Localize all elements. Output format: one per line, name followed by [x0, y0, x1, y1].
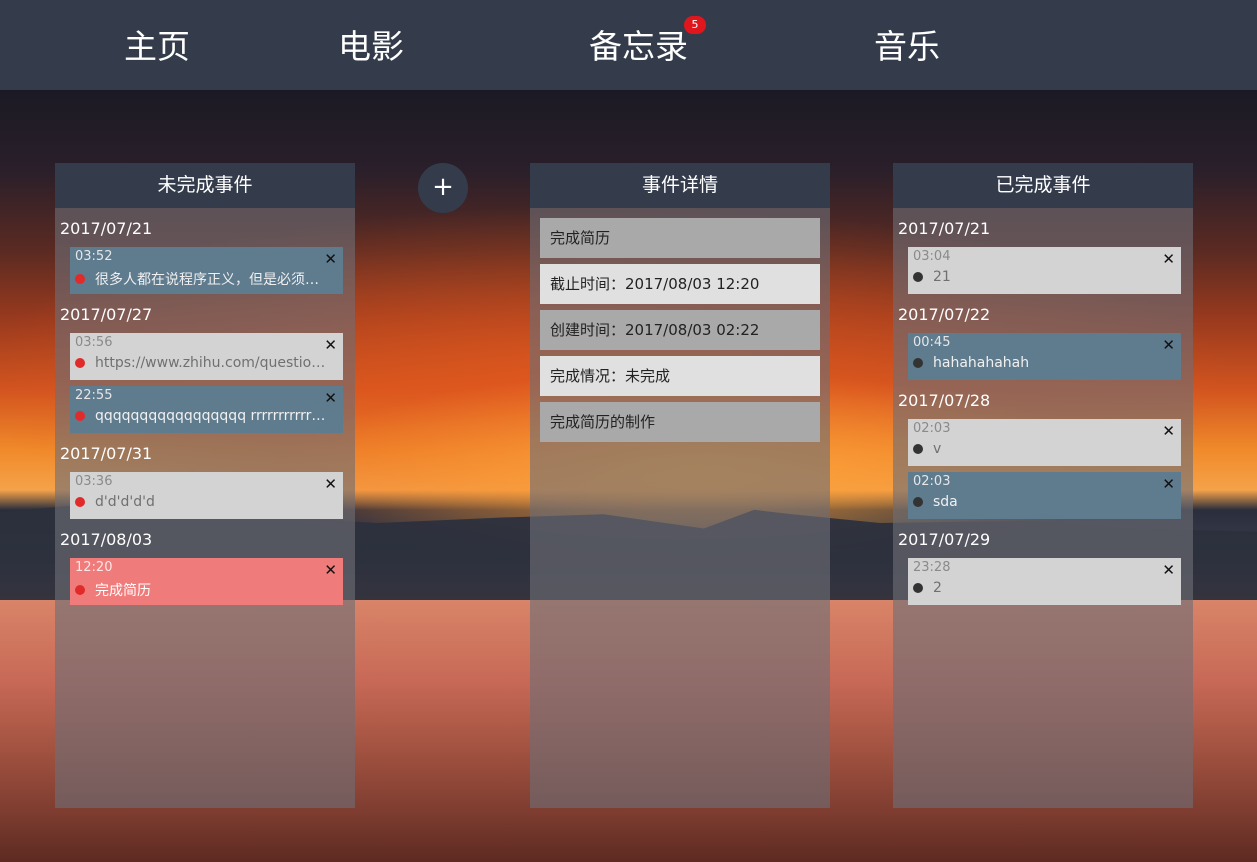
top-navbar: 主页 电影 备忘录 5 音乐 — [0, 0, 1257, 90]
status-dot-icon — [913, 583, 923, 593]
pending-panel-title: 未完成事件 — [55, 163, 355, 208]
nav-movies-label: 电影 — [338, 27, 404, 66]
close-icon[interactable]: ✕ — [324, 391, 337, 406]
detail-deadline: 截止时间：2017/08/03 12:20 — [540, 264, 820, 304]
detail-title: 完成简历 — [540, 218, 820, 258]
close-icon[interactable]: ✕ — [1162, 252, 1175, 267]
completed-panel-title: 已完成事件 — [893, 163, 1193, 208]
status-dot-icon — [913, 497, 923, 507]
event-time: 02:03 — [913, 421, 951, 436]
status-dot-icon — [75, 497, 85, 507]
status-dot-icon — [75, 411, 85, 421]
date-group-label: 2017/07/28 — [898, 391, 991, 410]
date-group-label: 2017/08/03 — [60, 530, 153, 549]
event-item[interactable]: 03:52 很多人都在说程序正义，但是必须… ✕ — [70, 247, 343, 294]
date-group-label: 2017/07/22 — [898, 305, 991, 324]
status-dot-icon — [75, 585, 85, 595]
close-icon[interactable]: ✕ — [324, 338, 337, 353]
nav-home[interactable]: 主页 — [124, 20, 190, 68]
completed-events-panel: 已完成事件 2017/07/21 03:04 21 ✕ 2017/07/22 00:45 h… — [893, 163, 1193, 808]
event-text: 很多人都在说程序正义，但是必须… — [95, 272, 319, 288]
event-text: sda — [933, 494, 958, 510]
close-icon[interactable]: ✕ — [1162, 338, 1175, 353]
event-text: https://www.zhihu.com/question… — [95, 355, 327, 371]
close-icon[interactable]: ✕ — [1162, 563, 1175, 578]
pending-events-panel: 未完成事件 2017/07/21 03:52 很多人都在说程序正义，但是必须… ✕ 20… — [55, 163, 355, 808]
completed-events-list: 2017/07/21 03:04 21 ✕ 2017/07/22 00:45 hahahah… — [893, 219, 1193, 605]
nav-music-label: 音乐 — [874, 27, 940, 66]
date-group-label: 2017/07/21 — [898, 219, 991, 238]
nav-movies[interactable]: 电影 — [338, 20, 404, 68]
memo-count-badge: 5 — [684, 16, 706, 34]
close-icon[interactable]: ✕ — [1162, 477, 1175, 492]
detail-status: 完成情况：未完成 — [540, 356, 820, 396]
status-dot-icon — [913, 358, 923, 368]
event-time: 22:55 — [75, 388, 113, 403]
event-item[interactable]: 02:03 v ✕ — [908, 419, 1181, 466]
pending-events-list: 2017/07/21 03:52 很多人都在说程序正义，但是必须… ✕ 2017/07/… — [55, 219, 355, 605]
date-group-label: 2017/07/27 — [60, 305, 153, 324]
status-dot-icon — [75, 274, 85, 284]
event-item[interactable]: 02:03 sda ✕ — [908, 472, 1181, 519]
close-icon[interactable]: ✕ — [324, 563, 337, 578]
event-item[interactable]: 03:56 https://www.zhihu.com/question… ✕ — [70, 333, 343, 380]
event-item[interactable]: 22:55 qqqqqqqqqqqqqqqqq rrrrrrrrrrr… ✕ — [70, 386, 343, 433]
event-item[interactable]: 23:28 2 ✕ — [908, 558, 1181, 605]
close-icon[interactable]: ✕ — [324, 252, 337, 267]
event-text: qqqqqqqqqqqqqqqqq rrrrrrrrrrr… — [95, 408, 326, 424]
nav-memo-label: 备忘录 — [589, 27, 688, 66]
event-time: 02:03 — [913, 474, 951, 489]
status-dot-icon — [913, 272, 923, 282]
date-group-label: 2017/07/31 — [60, 444, 153, 463]
status-dot-icon — [75, 358, 85, 368]
nav-home-label: 主页 — [124, 27, 190, 66]
event-text: hahahahahah — [933, 355, 1030, 371]
close-icon[interactable]: ✕ — [324, 477, 337, 492]
event-text: 2 — [933, 580, 942, 596]
event-item[interactable]: 03:04 21 ✕ — [908, 247, 1181, 294]
event-details-panel: 事件详情 完成简历 截止时间：2017/08/03 12:20 创建时间：201… — [530, 163, 830, 808]
event-time: 03:52 — [75, 249, 113, 264]
event-time: 12:20 — [75, 560, 113, 575]
event-text: 21 — [933, 269, 951, 285]
nav-memo[interactable]: 备忘录 5 — [589, 16, 706, 68]
event-item[interactable]: 00:45 hahahahahah ✕ — [908, 333, 1181, 380]
date-group-label: 2017/07/29 — [898, 530, 991, 549]
event-time: 03:04 — [913, 249, 951, 264]
details-panel-title: 事件详情 — [530, 163, 830, 208]
event-item[interactable]: 03:36 d'd'd'd'd ✕ — [70, 472, 343, 519]
event-item[interactable]: 12:20 完成简历 ✕ — [70, 558, 343, 605]
detail-created: 创建时间：2017/08/03 02:22 — [540, 310, 820, 350]
detail-description: 完成简历的制作 — [540, 402, 820, 442]
event-time: 00:45 — [913, 335, 951, 350]
add-event-button[interactable]: + — [418, 163, 468, 213]
event-time: 23:28 — [913, 560, 951, 575]
close-icon[interactable]: ✕ — [1162, 424, 1175, 439]
date-group-label: 2017/07/21 — [60, 219, 153, 238]
event-time: 03:56 — [75, 335, 113, 350]
event-text: d'd'd'd'd — [95, 494, 155, 510]
event-text: 完成简历 — [95, 583, 151, 599]
event-text: v — [933, 441, 942, 457]
details-list: 完成简历 截止时间：2017/08/03 12:20 创建时间：2017/08/… — [530, 208, 830, 442]
nav-music[interactable]: 音乐 — [874, 20, 940, 68]
event-time: 03:36 — [75, 474, 113, 489]
status-dot-icon — [913, 444, 923, 454]
